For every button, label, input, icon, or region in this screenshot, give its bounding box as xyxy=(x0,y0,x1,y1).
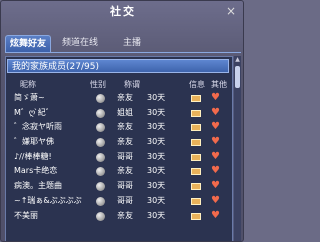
col-relation: 称谓 xyxy=(124,80,140,89)
member-days: 30天 xyxy=(147,93,166,102)
mail-icon[interactable] xyxy=(191,183,201,191)
heart-add-icon[interactable]: ♥ xyxy=(211,210,221,221)
table-row[interactable]: ♪//棒棒糖! 哥哥 30天 ♥ xyxy=(6,150,232,165)
member-days: 30天 xyxy=(147,122,166,132)
column-headers: 昵称 性别 称谓 信息 其他 xyxy=(6,79,232,91)
friend-list-panel: 我的家族成员(27/95) 昵称 性别 称谓 信息 其他 简ゞ萧~ 亲友 30天… xyxy=(5,56,233,241)
tab-channel-online[interactable]: 频道在线 xyxy=(55,35,105,52)
member-name: 简ゞ萧~ xyxy=(14,93,45,102)
gender-ball-icon xyxy=(96,182,105,192)
table-row[interactable]: 不美丽 亲友 30天 ♥ xyxy=(6,209,232,224)
gender-ball-icon xyxy=(96,167,105,177)
member-days: 30天 xyxy=(147,151,166,161)
social-window: 社交 × 炫舞好友 频道在线 主播 我的家族成员(27/95) 昵称 性别 称谓… xyxy=(0,0,244,242)
tab-bar: 炫舞好友 频道在线 主播 xyxy=(5,35,241,53)
scroll-up-icon[interactable]: ▲ xyxy=(234,56,241,64)
member-rows: 简ゞ萧~ 亲友 30天 ♥ M゛ღ ̀紀゛ 姐姐 30天 ♥ ゛念寂ヤ听雨 亲友… xyxy=(6,91,232,223)
table-row[interactable]: ゛嫌耶ヤ佛 亲友 30天 ♥ xyxy=(6,135,232,150)
member-relation: 亲友 xyxy=(117,137,133,147)
col-gender: 性别 xyxy=(90,80,106,89)
member-name: 不美丽 xyxy=(14,210,38,220)
window-title: 社交 xyxy=(110,5,136,18)
member-name: 病澳。主题曲 xyxy=(14,181,62,191)
mail-icon[interactable] xyxy=(191,95,201,102)
member-relation: 亲友 xyxy=(117,93,133,102)
mail-icon[interactable] xyxy=(191,153,201,161)
table-row[interactable]: 病澳。主题曲 哥哥 30天 ♥ xyxy=(6,179,232,194)
gender-ball-icon xyxy=(96,211,105,221)
tab-divider xyxy=(5,52,241,53)
member-days: 30天 xyxy=(147,137,166,147)
heart-add-icon[interactable]: ♥ xyxy=(211,107,221,118)
member-name: M゛ღ ̀紀゛ xyxy=(14,107,54,117)
member-relation: 哥哥 xyxy=(117,195,133,205)
member-days: 30天 xyxy=(147,107,166,117)
tab-dance-friends[interactable]: 炫舞好友 xyxy=(5,35,51,53)
col-name: 昵称 xyxy=(20,80,36,89)
heart-add-icon[interactable]: ♥ xyxy=(211,181,221,191)
family-group-header[interactable]: 我的家族成员(27/95) xyxy=(7,59,229,73)
heart-add-icon[interactable]: ♥ xyxy=(211,166,221,176)
mail-icon[interactable] xyxy=(191,197,201,205)
member-name: ~↑瑞ぁ&ぷぷぷぷ xyxy=(14,195,82,205)
heart-add-icon[interactable]: ♥ xyxy=(211,151,221,162)
member-name: Mars卡绝恋 xyxy=(14,166,58,176)
gender-ball-icon xyxy=(96,94,105,103)
col-info: 信息 xyxy=(189,80,205,89)
close-icon[interactable]: × xyxy=(225,5,237,17)
member-days: 30天 xyxy=(147,181,166,191)
member-relation: 亲友 xyxy=(117,166,133,176)
mail-icon[interactable] xyxy=(191,109,201,117)
mail-icon[interactable] xyxy=(191,139,201,147)
mail-icon[interactable] xyxy=(191,212,201,220)
tab-streamer[interactable]: 主播 xyxy=(115,35,149,52)
table-row[interactable]: M゛ღ ̀紀゛ 姐姐 30天 ♥ xyxy=(6,106,232,121)
gender-ball-icon xyxy=(96,123,105,133)
table-row[interactable]: ゛念寂ヤ听雨 亲友 30天 ♥ xyxy=(6,120,232,135)
heart-add-icon[interactable]: ♥ xyxy=(211,122,221,132)
member-days: 30天 xyxy=(147,195,166,205)
gender-ball-icon xyxy=(96,108,105,118)
heart-add-icon[interactable]: ♥ xyxy=(211,195,221,206)
gender-ball-icon xyxy=(96,196,105,206)
member-name: ♪//棒棒糖! xyxy=(14,151,52,161)
col-other: 其他 xyxy=(211,80,227,89)
heart-add-icon[interactable]: ♥ xyxy=(211,137,221,147)
member-relation: 姐姐 xyxy=(117,107,133,117)
member-days: 30天 xyxy=(147,166,166,176)
scrollbar[interactable]: ▲ xyxy=(233,56,241,241)
member-relation: 哥哥 xyxy=(117,181,133,191)
heart-add-icon[interactable]: ♥ xyxy=(211,93,221,103)
mail-icon[interactable] xyxy=(191,168,201,176)
gender-ball-icon xyxy=(96,152,105,162)
table-row[interactable]: 简ゞ萧~ 亲友 30天 ♥ xyxy=(6,91,232,106)
table-row[interactable]: Mars卡绝恋 亲友 30天 ♥ xyxy=(6,164,232,179)
member-relation: 亲友 xyxy=(117,210,133,220)
member-name: ゛嫌耶ヤ佛 xyxy=(14,137,54,147)
mail-icon[interactable] xyxy=(191,124,201,132)
gender-ball-icon xyxy=(96,138,105,148)
scroll-thumb[interactable] xyxy=(235,66,240,88)
member-relation: 哥哥 xyxy=(117,151,133,161)
member-relation: 亲友 xyxy=(117,122,133,132)
member-name: ゛念寂ヤ听雨 xyxy=(14,122,62,132)
member-days: 30天 xyxy=(147,210,166,220)
table-row[interactable]: ~↑瑞ぁ&ぷぷぷぷ 哥哥 30天 ♥ xyxy=(6,194,232,209)
